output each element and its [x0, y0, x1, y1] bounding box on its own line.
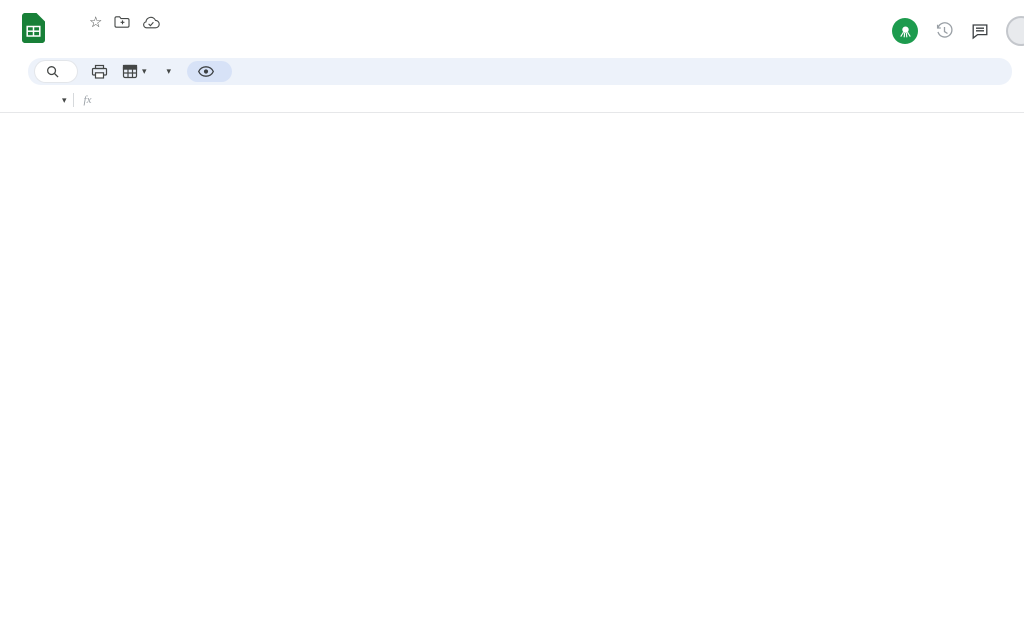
menus-button[interactable] — [35, 61, 77, 82]
titlebar-actions — [892, 16, 1020, 46]
print-icon[interactable] — [91, 64, 108, 80]
star-icon[interactable]: ☆ — [89, 15, 102, 30]
google-sheets-app: ☆ — [0, 0, 1024, 628]
title-bar: ☆ — [0, 0, 1024, 56]
comments-icon[interactable] — [971, 23, 989, 40]
chevron-down-icon: ▾ — [142, 66, 147, 77]
view-only-button[interactable] — [187, 61, 232, 82]
toolbar: ▾ ▾ — [28, 58, 1012, 85]
chevron-down-icon[interactable]: ▾ — [62, 95, 67, 106]
cloud-saved-icon[interactable] — [142, 16, 160, 29]
formula-bar: ▾ fx — [0, 88, 1024, 113]
chevron-down-icon: ▾ — [167, 66, 172, 77]
fx-icon: fx — [84, 94, 92, 106]
search-icon — [46, 65, 59, 78]
account-avatar[interactable] — [1006, 16, 1024, 46]
sheets-logo-icon[interactable] — [22, 13, 45, 48]
version-history-icon[interactable] — [935, 22, 954, 41]
xlsx-badge — [67, 20, 77, 24]
menu-bar — [53, 35, 892, 55]
move-folder-icon[interactable] — [114, 15, 130, 29]
paint-format-icon[interactable]: ▾ — [122, 64, 147, 79]
addon-avatar-icon[interactable] — [892, 18, 918, 44]
zoom-control[interactable]: ▾ — [161, 66, 172, 77]
eye-icon — [198, 66, 214, 77]
